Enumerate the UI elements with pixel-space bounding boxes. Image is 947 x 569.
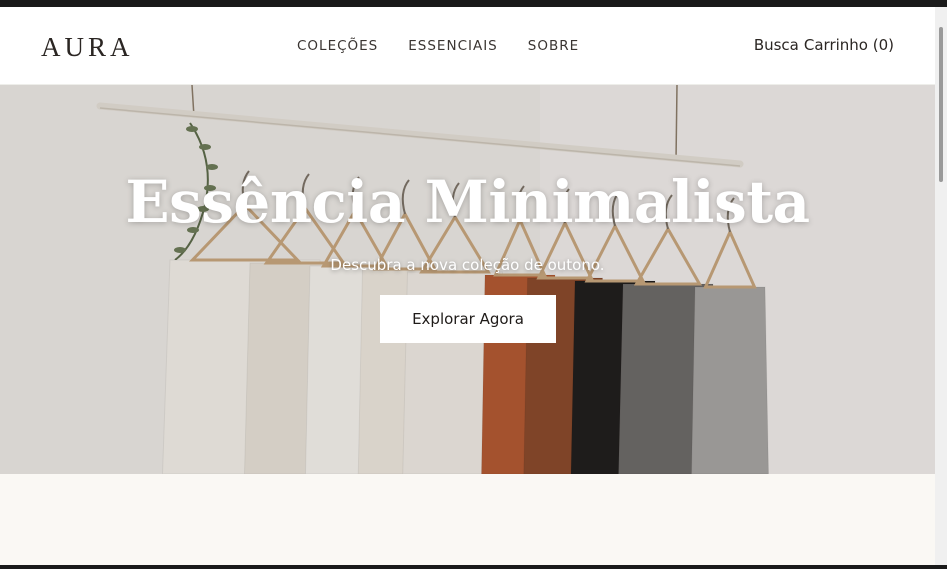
hero-title: Essência Minimalista (125, 168, 810, 236)
nav-item-sobre[interactable]: SOBRE (528, 38, 579, 54)
search-link[interactable]: Busca (754, 36, 799, 54)
hero-subtitle: Descubra a nova coleção de outono. (330, 256, 605, 274)
nav-item-colecoes[interactable]: COLEÇÕES (297, 38, 378, 54)
scrollbar-thumb[interactable] (939, 27, 943, 182)
content-section (0, 474, 935, 565)
nav-item-essenciais[interactable]: ESSENCIAIS (408, 38, 498, 54)
hero-banner: Essência Minimalista Descubra a nova col… (0, 85, 935, 474)
browser-viewport: AURA COLEÇÕES ESSENCIAIS SOBRE Busca Car… (0, 7, 935, 565)
cart-link[interactable]: Carrinho (0) (804, 36, 894, 54)
header-actions: Busca Carrinho (0) (754, 36, 894, 54)
hero-overlay (0, 85, 935, 474)
vertical-scrollbar[interactable] (935, 7, 947, 565)
explore-now-button[interactable]: Explorar Agora (380, 295, 556, 343)
main-nav: COLEÇÕES ESSENCIAIS SOBRE (297, 38, 579, 54)
brand-logo[interactable]: AURA (41, 32, 134, 63)
site-header: AURA COLEÇÕES ESSENCIAIS SOBRE Busca Car… (0, 7, 935, 85)
